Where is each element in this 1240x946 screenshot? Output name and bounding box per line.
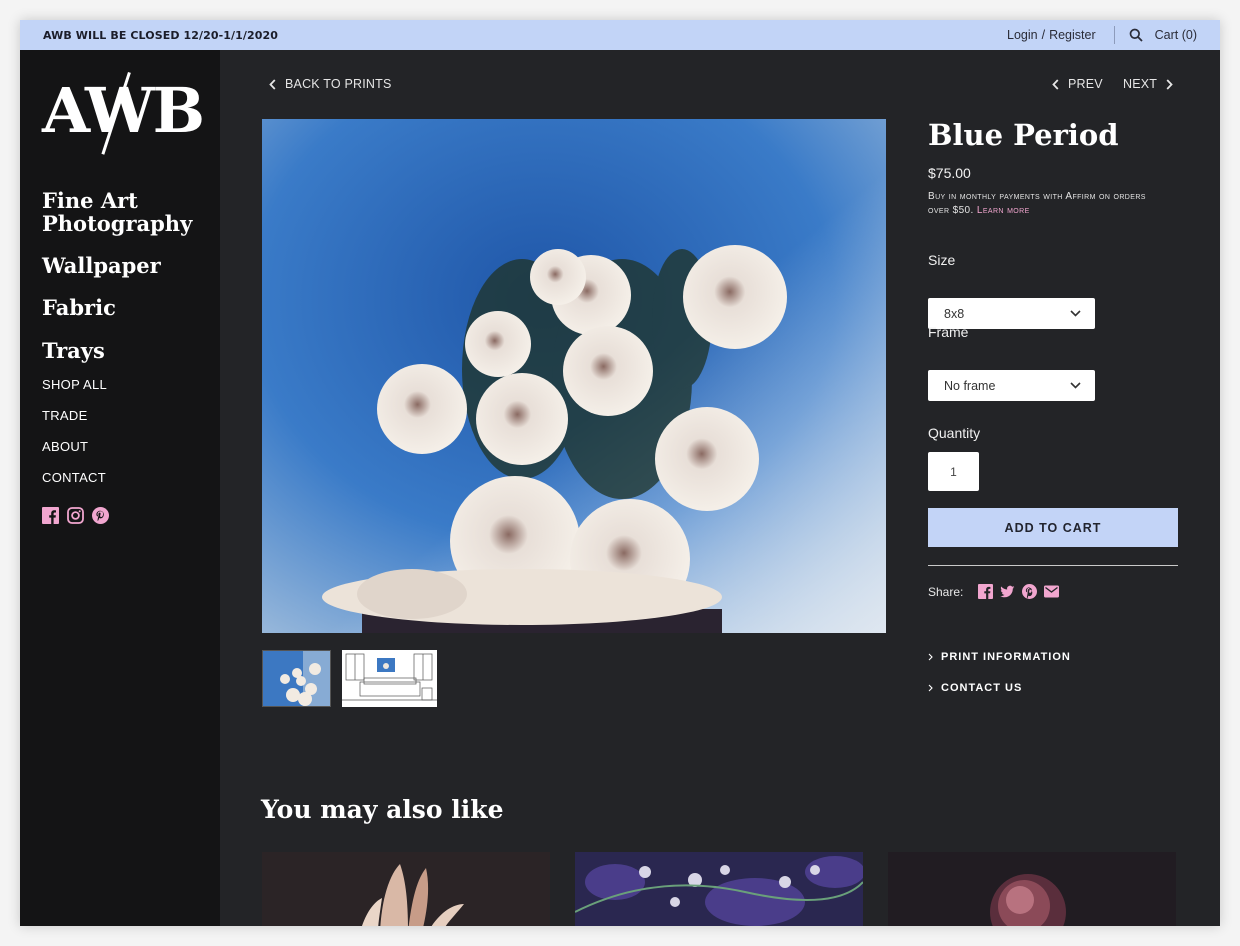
- size-label: Size: [928, 252, 956, 268]
- related-product-image: [888, 852, 1176, 926]
- chevron-left-icon: [269, 78, 276, 90]
- search-icon[interactable]: [1129, 28, 1143, 42]
- thumbnail-room-sketch[interactable]: [342, 650, 437, 707]
- affirm-text: Buy in monthly payments with Affirm on o…: [928, 191, 1146, 216]
- instagram-icon[interactable]: [67, 507, 84, 524]
- prev-label: PREV: [1068, 77, 1103, 91]
- share-label: Share:: [928, 584, 964, 599]
- add-to-cart-button[interactable]: ADD TO CART: [928, 508, 1178, 547]
- back-to-prints-label: BACK TO PRINTS: [285, 77, 392, 91]
- sidebar-item-wallpaper[interactable]: Wallpaper: [42, 254, 161, 277]
- quantity-label: Quantity: [928, 425, 981, 441]
- share-icons: [978, 584, 1060, 599]
- product-price: $75.00: [928, 165, 971, 181]
- size-value: 8x8: [944, 306, 965, 321]
- sidebar: AWB Fine Art Photography Wallpaper Fabri…: [20, 50, 220, 926]
- sidebar-item-shop-all[interactable]: SHOP ALL: [42, 377, 107, 392]
- sidebar-item-fabric[interactable]: Fabric: [42, 296, 116, 319]
- accordion-print-information[interactable]: PRINT INFORMATION: [928, 651, 1071, 663]
- quantity-input[interactable]: 1: [928, 452, 979, 491]
- accordion-print-information-label: PRINT INFORMATION: [941, 651, 1071, 663]
- page-frame: AWB WILL BE CLOSED 12/20-1/1/2020 Login …: [20, 20, 1220, 926]
- chevron-down-icon: [1070, 310, 1081, 317]
- related-product-card[interactable]: [888, 852, 1176, 926]
- chevron-right-icon: [928, 653, 933, 661]
- sidebar-item-fine-art[interactable]: Fine Art Photography: [42, 189, 192, 235]
- related-product-card[interactable]: [262, 852, 550, 926]
- product-title: Blue Period: [928, 118, 1119, 152]
- back-to-prints-link[interactable]: BACK TO PRINTS: [268, 77, 392, 91]
- sidebar-item-trays[interactable]: Trays: [42, 339, 105, 362]
- flower-photo: [262, 119, 886, 633]
- related-product-image: [262, 852, 550, 926]
- facebook-icon[interactable]: [42, 507, 59, 524]
- affirm-message: Buy in monthly payments with Affirm on o…: [928, 190, 1158, 218]
- related-product-card[interactable]: [575, 852, 863, 926]
- accordion-contact-us[interactable]: CONTACT US: [928, 682, 1022, 694]
- announcement-bar: AWB WILL BE CLOSED 12/20-1/1/2020 Login …: [20, 20, 1220, 50]
- chevron-left-icon: [1052, 78, 1059, 90]
- account-links: Login / Register Cart (0): [1007, 26, 1197, 44]
- sidebar-item-trade[interactable]: TRADE: [42, 408, 88, 423]
- divider: [1113, 26, 1115, 44]
- thumbnail-photo[interactable]: [262, 650, 331, 707]
- next-label: NEXT: [1123, 77, 1158, 91]
- chevron-down-icon: [1070, 382, 1081, 389]
- email-icon[interactable]: [1044, 584, 1060, 599]
- register-link[interactable]: Register: [1049, 28, 1096, 42]
- next-link[interactable]: NEXT: [1123, 77, 1174, 91]
- accordion-contact-us-label: CONTACT US: [941, 682, 1023, 694]
- facebook-icon[interactable]: [978, 584, 994, 599]
- twitter-icon[interactable]: [1000, 584, 1015, 599]
- frame-value: No frame: [944, 378, 996, 393]
- login-register: Login / Register: [1007, 28, 1096, 42]
- logo[interactable]: AWB: [42, 72, 205, 158]
- announcement-text: AWB WILL BE CLOSED 12/20-1/1/2020: [43, 28, 279, 42]
- cart-link[interactable]: Cart (0): [1155, 28, 1197, 42]
- divider: [928, 565, 1178, 566]
- sidebar-item-contact[interactable]: CONTACT: [42, 470, 106, 485]
- login-link[interactable]: Login: [1007, 28, 1038, 42]
- thumbnail-photo-image: [263, 651, 330, 706]
- room-sketch-image: [342, 650, 437, 707]
- frame-label: Frame: [928, 324, 969, 340]
- chevron-right-icon: [928, 684, 933, 692]
- frame-select[interactable]: No frame: [928, 370, 1095, 401]
- prev-link[interactable]: PREV: [1051, 77, 1103, 91]
- share-bar: Share:: [928, 584, 1060, 599]
- login-separator: /: [1041, 28, 1046, 42]
- product-image[interactable]: [262, 119, 886, 633]
- pinterest-icon[interactable]: [1022, 584, 1038, 599]
- related-heading: You may also like: [261, 795, 504, 824]
- sidebar-item-about[interactable]: ABOUT: [42, 439, 88, 454]
- related-product-image: [575, 852, 863, 926]
- social-links: [42, 507, 109, 524]
- chevron-right-icon: [1166, 78, 1173, 90]
- pinterest-icon[interactable]: [92, 507, 109, 524]
- affirm-learn-more-link[interactable]: Learn more: [977, 205, 1030, 216]
- main-content: BACK TO PRINTS PREV NEXT Blue Period $75…: [220, 50, 1220, 926]
